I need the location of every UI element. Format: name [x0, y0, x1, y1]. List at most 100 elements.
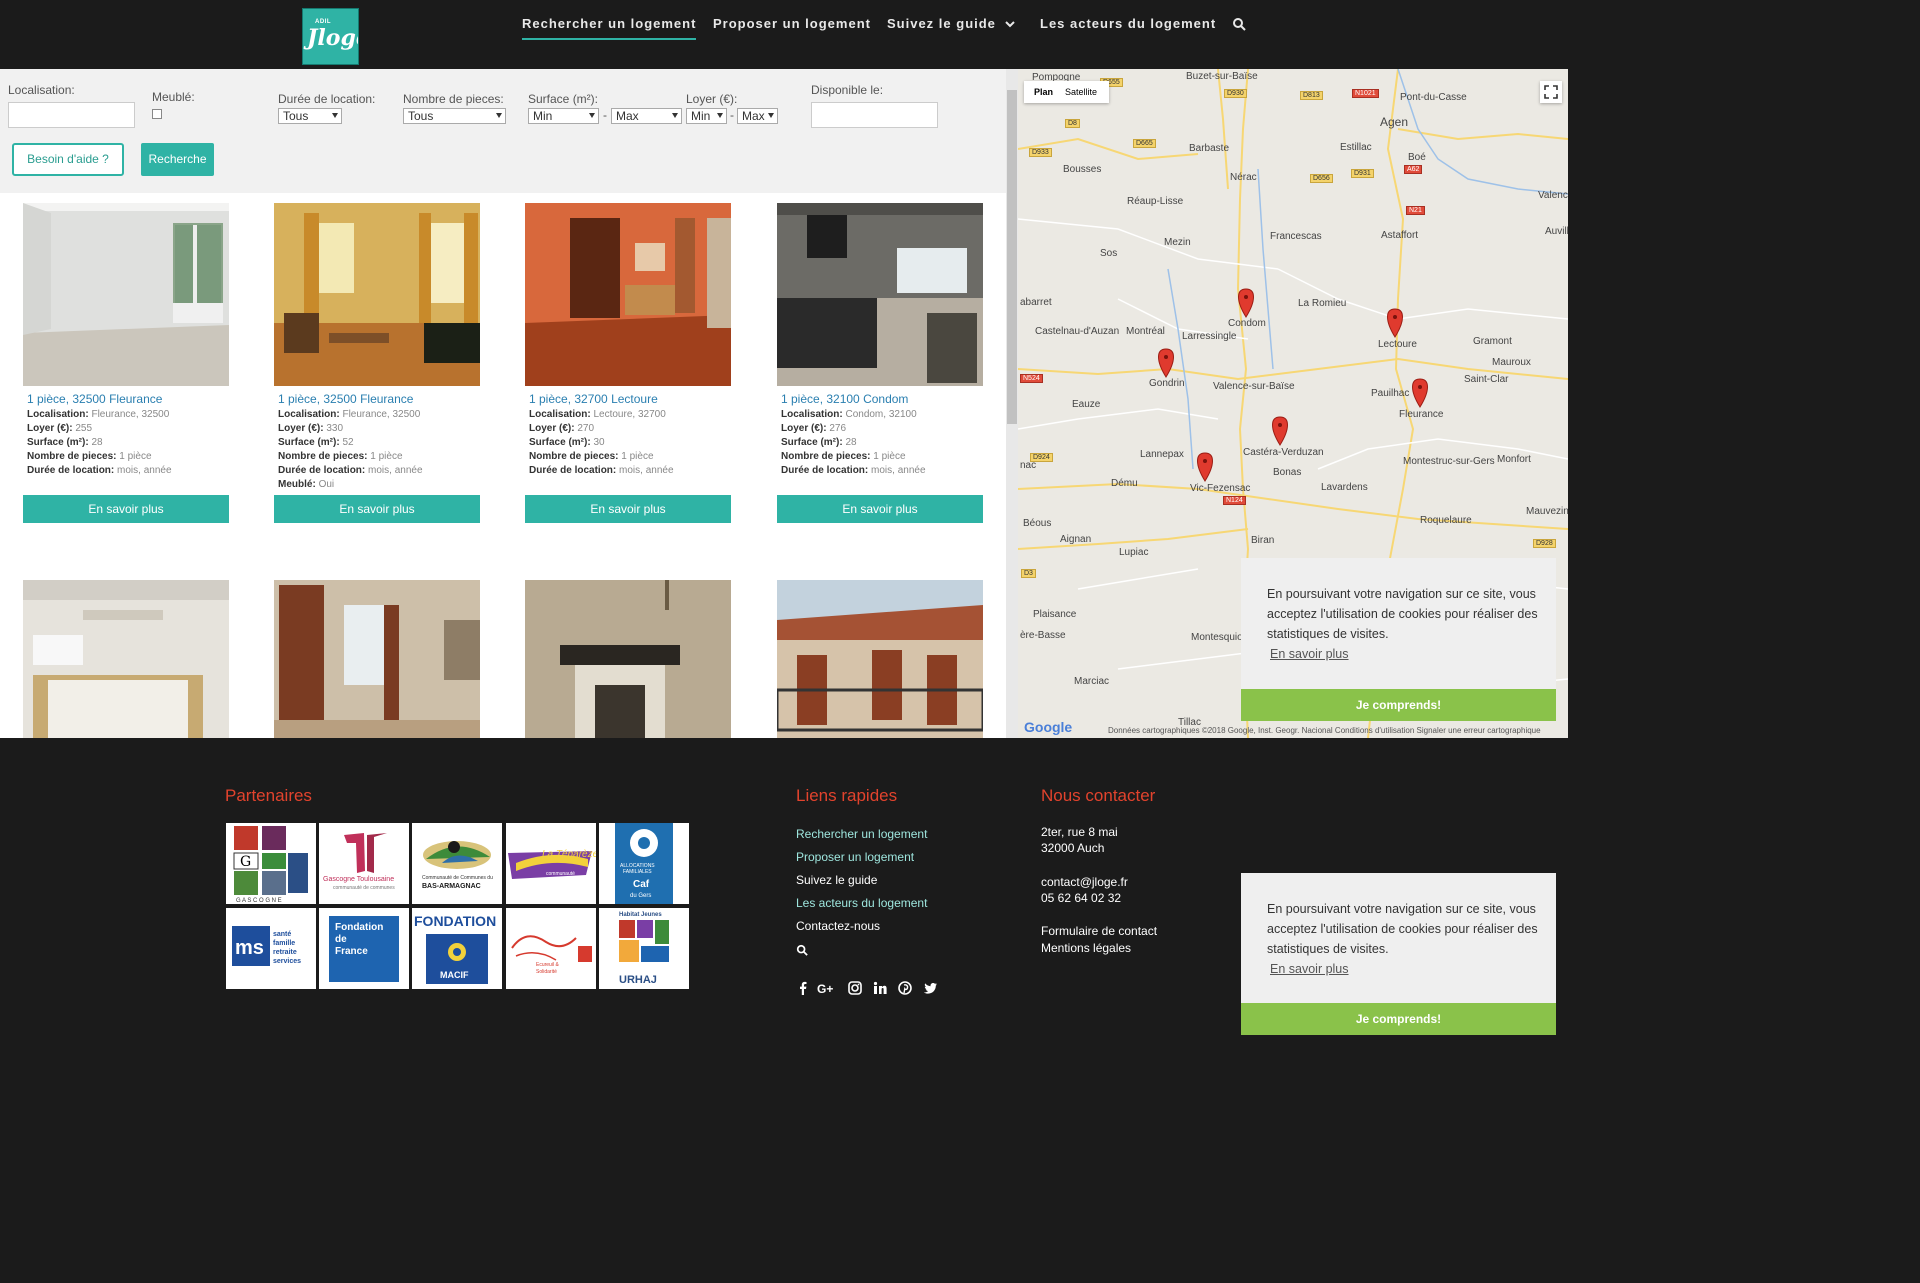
cookie-banner: En poursuivant votre navigation sur ce s… — [1241, 558, 1556, 721]
facebook-icon[interactable] — [796, 981, 810, 995]
listing-photo[interactable] — [23, 203, 229, 386]
listing-photo[interactable] — [274, 580, 480, 738]
twitter-icon[interactable] — [924, 981, 938, 995]
listing-photo[interactable] — [525, 203, 731, 386]
nav-rechercher[interactable]: Rechercher un logement — [522, 16, 697, 40]
search-icon[interactable] — [796, 944, 808, 956]
instagram-icon[interactable] — [848, 981, 862, 995]
meuble-label: Meublé: — [152, 90, 195, 104]
map-town: ère-Basse — [1020, 630, 1066, 641]
linkedin-icon[interactable] — [873, 981, 887, 995]
partner-logo-msa[interactable]: ms santé famille retraite services — [226, 908, 316, 989]
site-header: ADIL Jloge Rechercher un logement Propos… — [0, 0, 1568, 69]
footer-link-acteurs[interactable]: Les acteurs du logement — [796, 896, 927, 910]
partner-logo-urhaj[interactable]: Habitat Jeunes URHAJ — [599, 908, 689, 989]
listing-photo[interactable] — [777, 203, 983, 386]
listings-scroll-thumb[interactable] — [1007, 90, 1017, 424]
map-town: Francescas — [1270, 231, 1322, 242]
google-plus-icon[interactable]: G+ — [817, 981, 837, 995]
footer-link-contact[interactable]: Contactez-nous — [796, 919, 880, 933]
more-button[interactable]: En savoir plus — [23, 495, 229, 523]
cookie-accept-button[interactable]: Je comprends! — [1241, 1003, 1556, 1035]
pieces-label: Nombre de pieces: — [403, 92, 504, 106]
listing-card — [23, 580, 229, 738]
search-button[interactable]: Recherche — [141, 143, 214, 176]
contact-email[interactable]: contact@jloge.fr — [1041, 875, 1128, 889]
map-road-label: N1021 — [1352, 89, 1379, 98]
surface-max-select[interactable]: Max — [611, 108, 682, 124]
nav-guide[interactable]: Suivez le guide — [887, 16, 1015, 40]
loyer-min-value: Min — [691, 109, 711, 123]
partner-logo-gascogne-toulousaine[interactable]: Gascogne Toulousaine communauté de commun… — [319, 823, 409, 904]
partner-logo-bas-armagnac[interactable]: Communauté de Communes du BAS-ARMAGNAC — [412, 823, 502, 904]
svg-text:services: services — [273, 958, 301, 965]
contact-form-link[interactable]: Formulaire de contact — [1041, 924, 1157, 938]
partner-logo-tenareze[interactable]: La Ténarèze communauté — [506, 823, 596, 904]
loyer-min-select[interactable]: Min — [686, 108, 727, 124]
disponible-input[interactable] — [811, 102, 938, 128]
footer-link-rechercher[interactable]: Rechercher un logement — [796, 827, 927, 841]
duree-select[interactable]: Tous — [278, 108, 342, 124]
contact-address-line1: 2ter, rue 8 mai — [1041, 825, 1118, 839]
listing-photo[interactable] — [525, 580, 731, 738]
site-logo[interactable]: ADIL Jloge — [302, 8, 359, 65]
map-town: Buzet-sur-Baïse — [1186, 71, 1258, 82]
nav-acteurs[interactable]: Les acteurs du logement — [1040, 16, 1216, 40]
partner-logo-fondation-de-france[interactable]: Fondation de France — [319, 908, 409, 989]
links-title: Liens rapides — [796, 786, 898, 805]
more-button[interactable]: En savoir plus — [777, 495, 983, 523]
pinterest-icon[interactable] — [898, 981, 912, 995]
listing-title[interactable]: 1 pièce, 32500 Fleurance — [274, 392, 480, 406]
listing-title[interactable]: 1 pièce, 32500 Fleurance — [23, 392, 229, 406]
nav-proposer[interactable]: Proposer un logement — [713, 16, 871, 40]
surface-min-value: Min — [533, 109, 553, 123]
map-town: Sos — [1100, 248, 1118, 259]
loyer-max-value: Max — [742, 109, 765, 123]
map-town: Valence-d'Agen — [1538, 190, 1568, 201]
partners-title: Partenaires — [225, 786, 312, 805]
help-button[interactable]: Besoin d'aide ? — [12, 143, 124, 176]
listing-photo[interactable] — [777, 580, 983, 738]
fullscreen-button[interactable] — [1540, 81, 1562, 103]
map-town: Béous — [1023, 518, 1052, 529]
search-icon[interactable] — [1232, 17, 1246, 31]
pieces-select[interactable]: Tous — [403, 108, 506, 124]
partner-logo-gers[interactable]: G G A S C O G N E — [226, 823, 316, 904]
meuble-checkbox[interactable] — [152, 109, 162, 119]
footer-link-proposer[interactable]: Proposer un logement — [796, 850, 914, 864]
partner-logo-ecureuil-solidarite[interactable]: Ecureuil & Solidarité — [506, 908, 596, 989]
svg-text:URHAJ: URHAJ — [619, 974, 657, 986]
listing-title[interactable]: 1 pièce, 32700 Lectoure — [525, 392, 731, 406]
map-road-label: D8 — [1065, 119, 1080, 128]
surface-min-select[interactable]: Min — [528, 108, 599, 124]
listing-card — [525, 580, 731, 738]
map-road-label: D3 — [1021, 569, 1036, 578]
legal-link[interactable]: Mentions légales — [1041, 941, 1131, 955]
map-tab-satellite[interactable]: Satellite — [1065, 87, 1097, 97]
listing-info: Localisation: Lectoure, 32700 Loyer (€):… — [529, 409, 674, 476]
listing-card: 1 pièce, 32500 Fleurance Localisation: F… — [274, 203, 480, 533]
footer-link-guide[interactable]: Suivez le guide — [796, 873, 877, 887]
listing-title[interactable]: 1 pièce, 32100 Condom — [777, 392, 983, 406]
listing-card: 1 pièce, 32100 Condom Localisation: Cond… — [777, 203, 983, 533]
svg-text:ms: ms — [235, 937, 264, 959]
localisation-input[interactable] — [8, 102, 135, 128]
more-button[interactable]: En savoir plus — [525, 495, 731, 523]
cookie-more-link[interactable]: En savoir plus — [1270, 647, 1349, 661]
map-town: Nérac — [1230, 172, 1257, 183]
map-town: Barbaste — [1189, 143, 1230, 154]
more-button[interactable]: En savoir plus — [274, 495, 480, 523]
listing-photo[interactable] — [23, 580, 229, 738]
listing-photo[interactable] — [274, 203, 480, 386]
cookie-accept-button[interactable]: Je comprends! — [1241, 689, 1556, 721]
partner-logo-caf[interactable]: ALLOCATIONS FAMILIALES Caf du Gers — [599, 823, 689, 904]
map-tab-plan[interactable]: Plan — [1034, 87, 1053, 97]
svg-text:Habitat Jeunes: Habitat Jeunes — [619, 912, 662, 918]
cookie-more-link[interactable]: En savoir plus — [1270, 962, 1349, 976]
map-town: Montesquiou — [1191, 632, 1249, 643]
map-road-label: D813 — [1300, 91, 1323, 100]
map-town: Bousses — [1063, 164, 1102, 175]
svg-text:retraite: retraite — [273, 949, 297, 956]
loyer-max-select[interactable]: Max — [737, 108, 778, 124]
partner-logo-fondation-macif[interactable]: FONDATION MACIF — [412, 908, 502, 989]
